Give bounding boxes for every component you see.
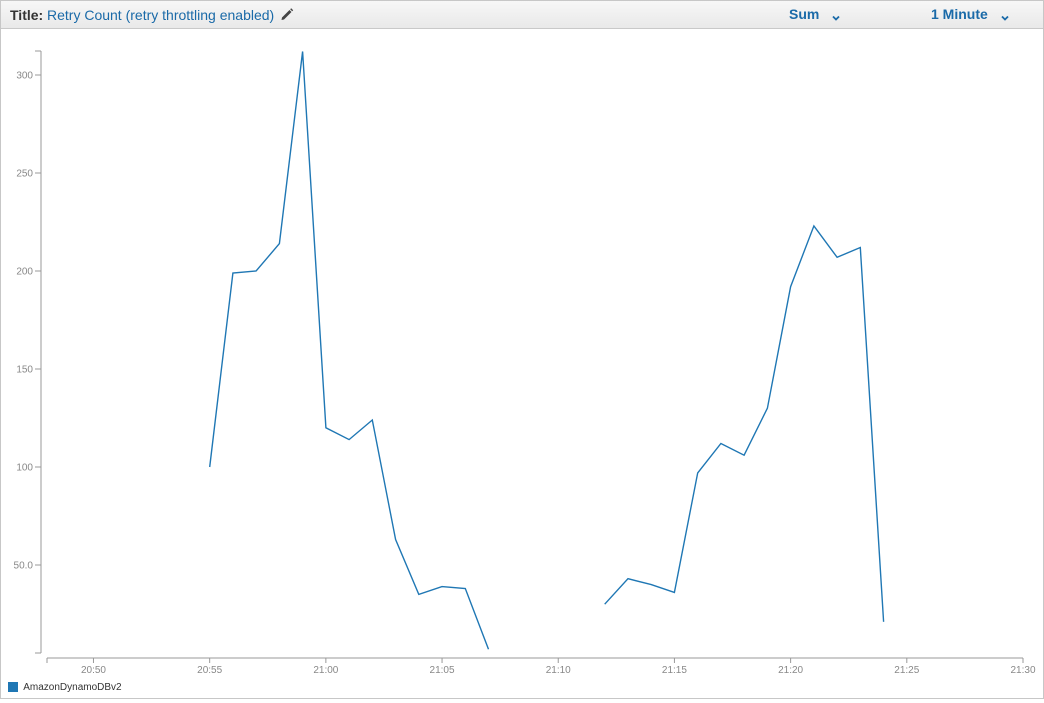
x-tick-label: 20:50 <box>81 665 106 676</box>
y-tick-label: 150 <box>16 365 33 376</box>
x-tick-label: 21:20 <box>778 665 803 676</box>
x-tick-label: 21:30 <box>1010 665 1035 676</box>
title-label: Title: <box>10 7 44 23</box>
y-tick-label: 50.0 <box>14 561 34 572</box>
chevron-down-icon <box>831 10 841 22</box>
y-tick-label: 200 <box>16 267 33 278</box>
x-tick-label: 21:10 <box>546 665 571 676</box>
x-tick-label: 20:55 <box>197 665 222 676</box>
x-tick-label: 21:15 <box>662 665 687 676</box>
period-value: 1 Minute <box>931 6 988 22</box>
metric-graph-window: Title: Retry Count (retry throttling ena… <box>0 0 1044 699</box>
graph-toolbar: Title: Retry Count (retry throttling ena… <box>1 1 1043 29</box>
y-tick-label: 100 <box>16 463 33 474</box>
x-tick-label: 21:25 <box>894 665 919 676</box>
y-tick-label: 300 <box>16 71 33 82</box>
x-tick-label: 21:00 <box>313 665 338 676</box>
period-dropdown[interactable]: 1 Minute <box>931 6 1010 22</box>
statistic-value: Sum <box>789 6 820 22</box>
y-tick-label: 250 <box>16 169 33 180</box>
x-tick-label: 21:05 <box>430 665 455 676</box>
series-line[interactable] <box>604 224 885 622</box>
legend-swatch <box>8 682 18 692</box>
chevron-down-icon <box>1000 10 1010 22</box>
line-chart: 300 250 200 150 100 50.0 20:50 20:55 21:00 21:05 2… <box>14 50 1036 676</box>
pencil-icon[interactable] <box>280 7 294 21</box>
graph-title[interactable]: Retry Count (retry throttling enabled) <box>47 7 274 23</box>
legend-label: AmazonDynamoDBv2 <box>23 682 122 693</box>
chart-area: 300 250 200 150 100 50.0 20:50 20:55 21:00 21:05 2… <box>1 30 1043 698</box>
statistic-dropdown[interactable]: Sum <box>789 6 841 22</box>
series-line[interactable] <box>209 51 490 650</box>
legend[interactable]: AmazonDynamoDBv2 <box>8 682 122 694</box>
